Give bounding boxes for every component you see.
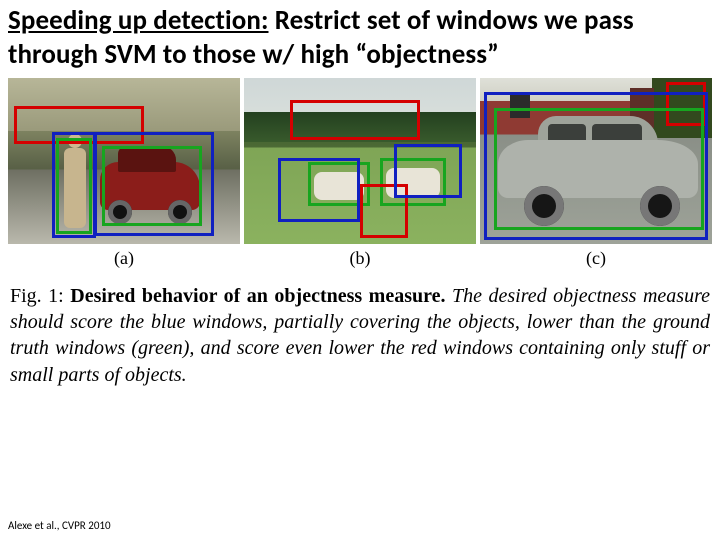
figure-caption: Fig. 1: Desired behavior of an objectnes… — [10, 283, 710, 389]
bbox-blue — [394, 144, 462, 198]
caption-lead-label: Fig. 1: — [10, 285, 70, 307]
figure-panel-a: (a) — [8, 78, 240, 269]
figure-panel-c: (c) — [480, 78, 712, 269]
figure-image-b — [244, 78, 476, 244]
bbox-blue — [94, 132, 214, 236]
bbox-blue — [52, 132, 96, 238]
panel-label-a: (a) — [8, 248, 240, 269]
bbox-blue — [484, 92, 708, 240]
figure-row: (a) (b) — [8, 78, 712, 269]
panel-label-b: (b) — [244, 248, 476, 269]
citation: Alexe et al., CVPR 2010 — [8, 519, 111, 532]
title-underlined: Speeding up detection: — [8, 4, 269, 37]
bbox-red — [290, 100, 420, 140]
figure-panel-b: (b) — [244, 78, 476, 269]
bbox-blue — [278, 158, 360, 222]
caption-lead-bold: Desired behavior of an objectness measur… — [70, 285, 445, 307]
panel-label-c: (c) — [480, 248, 712, 269]
figure-image-c — [480, 78, 712, 244]
figure-image-a — [8, 78, 240, 244]
slide-title: Speeding up detection: Restrict set of w… — [8, 4, 712, 72]
